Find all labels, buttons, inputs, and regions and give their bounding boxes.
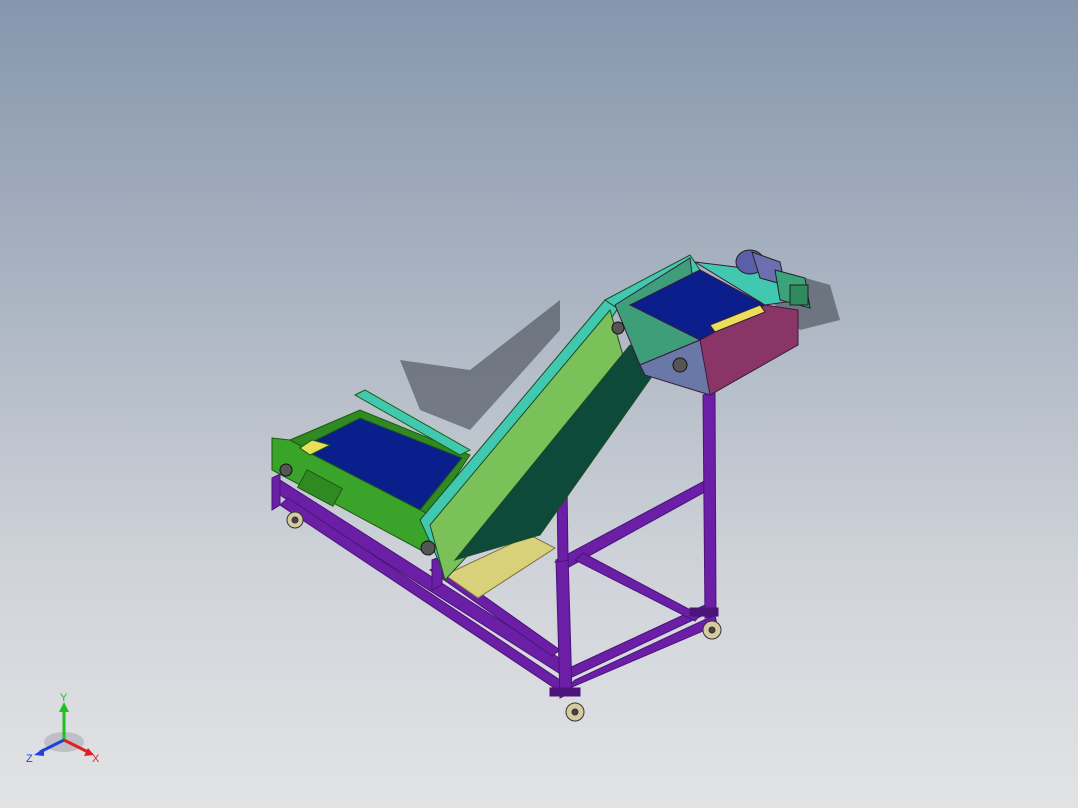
z-axis-label: Z [26, 753, 33, 765]
conveyor-model[interactable] [0, 0, 1078, 808]
x-axis-label: X [92, 753, 100, 765]
z-axis-arrow-icon [34, 748, 44, 756]
graphics-viewport[interactable]: Y X Z [0, 0, 1078, 808]
orientation-triad[interactable]: Y X Z [22, 690, 112, 770]
y-axis-label: Y [60, 692, 68, 704]
